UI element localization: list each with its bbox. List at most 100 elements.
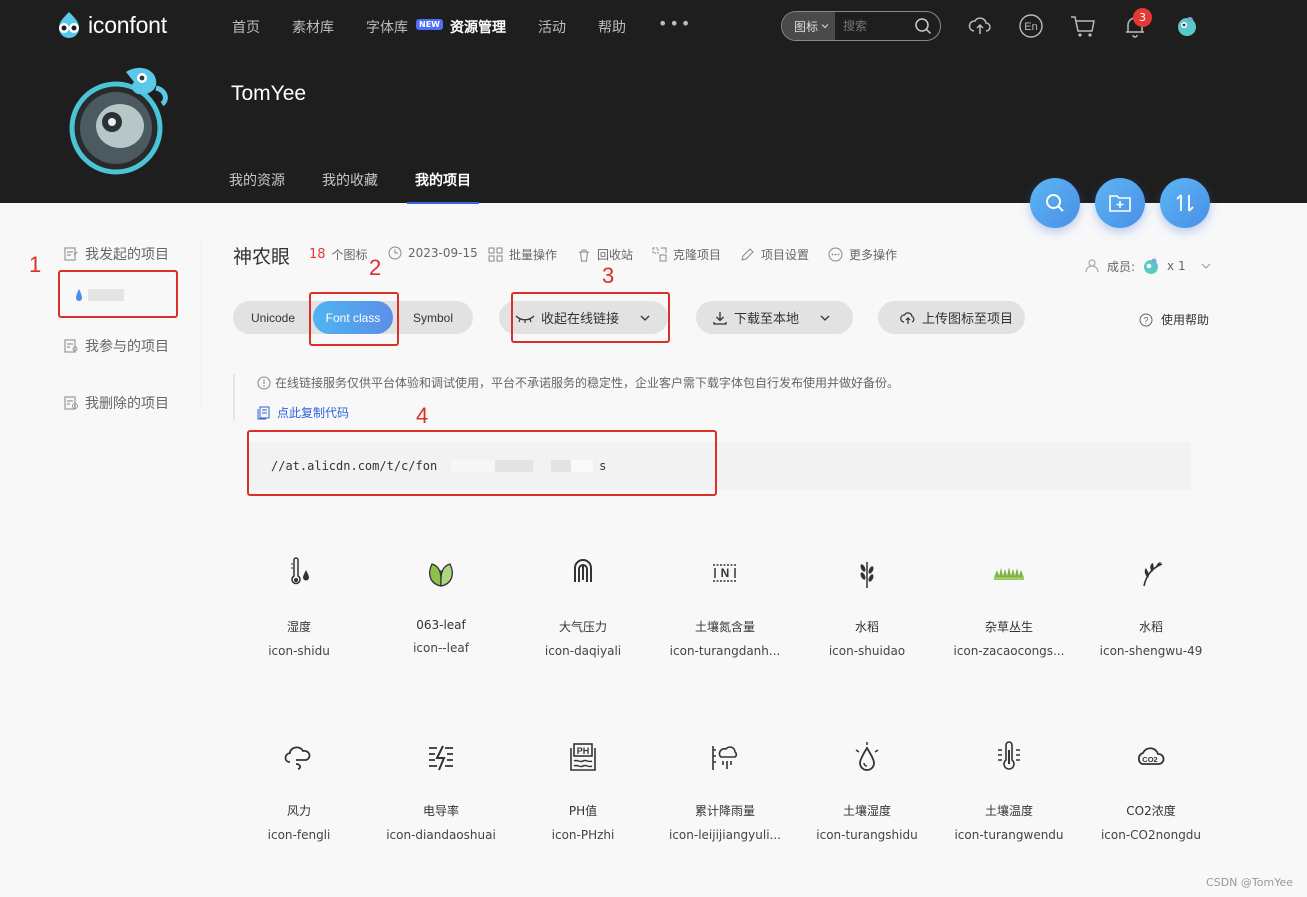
icon-card[interactable]: 水稻 icon-shengwu-49: [1080, 556, 1222, 658]
top-header: iconfont 首页 素材库 字体库 NEW 资源管理 活动 帮助 ••• 图…: [0, 0, 1307, 204]
tab-my-projects[interactable]: 我的项目: [407, 170, 479, 204]
search-project-button[interactable]: [1030, 178, 1080, 228]
sidebar-item-deleted[interactable]: 我删除的项目: [63, 393, 169, 413]
icon-card[interactable]: 土壤湿度 icon-turangshidu: [796, 740, 938, 842]
project-date: 2023-09-15: [388, 246, 478, 260]
icon-card-code: icon-shidu: [268, 644, 330, 658]
folder-add-icon: [1109, 195, 1131, 212]
icon-card-name: 土壤温度: [984, 804, 1033, 818]
tab-symbol[interactable]: Symbol: [393, 301, 473, 334]
svg-text:?: ?: [1143, 315, 1148, 325]
search-input[interactable]: [835, 19, 906, 33]
upload-cloud-icon: [900, 311, 915, 324]
download-button[interactable]: 下载至本地: [696, 301, 853, 334]
cart-icon[interactable]: [1069, 13, 1097, 39]
icon-card-name: 电导率: [422, 804, 459, 818]
icon-card[interactable]: 土壤温度 icon-turangwendu: [938, 740, 1080, 842]
sidebar-item-initiated[interactable]: 我发起的项目: [63, 244, 169, 264]
chevron-down-icon: [1201, 263, 1210, 269]
annotation-box-1: [58, 270, 178, 318]
icon-card-code: icon-diandaoshuai: [386, 828, 496, 842]
more-actions-button[interactable]: 更多操作: [828, 246, 897, 263]
icon-card[interactable]: 大气压力 icon-daqiyali: [512, 556, 654, 658]
soil-temperature-icon: [998, 741, 1020, 770]
tab-unicode[interactable]: Unicode: [233, 301, 313, 334]
annotation-number-1: 1: [29, 252, 42, 277]
settings-label: 项目设置: [761, 248, 810, 262]
recycle-label: 回收站: [597, 248, 634, 262]
project-title: 神农眼: [233, 246, 291, 268]
ph-icon: PH: [570, 743, 596, 771]
help-link[interactable]: ? 使用帮助: [1139, 311, 1209, 328]
icon-card-code: icon-leijijiangyuli...: [669, 828, 781, 842]
language-icon[interactable]: En: [1018, 13, 1044, 39]
tab-my-favorites[interactable]: 我的收藏: [322, 170, 378, 204]
icon-card[interactable]: 063-leaf icon--leaf: [370, 556, 512, 655]
new-project-button[interactable]: [1095, 178, 1145, 228]
sidebar-item-label: 我发起的项目: [85, 247, 169, 263]
grid-icon: [488, 247, 503, 262]
recycle-bin-button[interactable]: 回收站: [577, 246, 633, 263]
icon-card[interactable]: 累计降雨量 icon-leijijiangyuli...: [654, 740, 796, 842]
upload-icons-button[interactable]: 上传图标至项目: [878, 301, 1025, 334]
batch-label: 批量操作: [509, 248, 558, 262]
icon-card-name: 水稻: [854, 620, 879, 634]
clone-label: 克隆项目: [673, 248, 722, 262]
icon-card[interactable]: 电导率 icon-diandaoshuai: [370, 740, 512, 842]
icon-card[interactable]: CO2 CO2浓度 icon-CO2nongdu: [1080, 740, 1222, 842]
icon-card[interactable]: PH PH值 icon-PHzhi: [512, 740, 654, 842]
icon-card-name: 风力: [286, 804, 311, 818]
nav-fonts-label: 字体库: [366, 20, 408, 36]
search-type-select[interactable]: 图标: [782, 12, 836, 40]
clone-project-button[interactable]: 克隆项目: [652, 246, 721, 263]
soil-humidity-icon: [855, 742, 879, 771]
batch-operation-button[interactable]: 批量操作: [488, 246, 557, 263]
tab-my-resources[interactable]: 我的资源: [229, 170, 285, 204]
svg-text:PH: PH: [577, 746, 590, 756]
icon-card[interactable]: N 土壤氮含量 icon-turangdanh...: [654, 556, 796, 658]
icon-card-name: 土壤湿度: [842, 804, 891, 818]
profile-avatar[interactable]: [68, 60, 172, 180]
nav-fonts[interactable]: 字体库 NEW: [366, 17, 443, 37]
icon-card[interactable]: 湿度 icon-shidu: [228, 556, 370, 658]
info-circle-icon: [257, 376, 271, 389]
icon-card-name: 累计降雨量: [694, 804, 755, 818]
sidebar-item-label: 我参与的项目: [85, 339, 169, 355]
chevron-down-icon: [820, 315, 830, 321]
nav-help[interactable]: 帮助: [598, 17, 626, 37]
nav-resources[interactable]: 资源管理: [450, 17, 506, 37]
icon-card[interactable]: 水稻 icon-shuidao: [796, 556, 938, 658]
svg-text:En: En: [1024, 21, 1037, 33]
sort-button[interactable]: [1160, 178, 1210, 228]
member-avatar-icon: [1144, 258, 1159, 274]
profile-tabs: 我的资源 我的收藏 我的项目: [229, 170, 508, 204]
user-icon: [1085, 259, 1099, 273]
icon-card-code: icon-turangwendu: [954, 828, 1064, 842]
icon-card-name: CO2浓度: [1126, 804, 1176, 818]
rice-plant-icon: [1143, 562, 1163, 587]
sidebar-item-label: 我删除的项目: [85, 396, 169, 412]
clone-icon: [652, 247, 667, 262]
more-label: 更多操作: [849, 248, 898, 262]
nav-home[interactable]: 首页: [232, 17, 260, 37]
copy-code-link[interactable]: 点此复制代码: [257, 404, 1193, 421]
nav-more-button[interactable]: •••: [658, 14, 692, 37]
nav-materials[interactable]: 素材库: [292, 17, 334, 37]
icon-card[interactable]: 风力 icon-fengli: [228, 740, 370, 842]
upload-label: 上传图标至项目: [922, 312, 1014, 327]
icon-card[interactable]: 杂草丛生 icon-zacaocongs...: [938, 556, 1080, 658]
icon-card-name: 杂草丛生: [984, 620, 1033, 634]
rainfall-icon: [712, 746, 738, 770]
project-settings-button[interactable]: 项目设置: [740, 246, 809, 263]
sidebar-item-participated[interactable]: 我参与的项目: [63, 336, 169, 356]
upload-cloud-icon[interactable]: [967, 13, 993, 39]
icon-count-unit: 个图标: [331, 248, 368, 262]
search-icon[interactable]: [914, 17, 932, 35]
nav-activities[interactable]: 活动: [538, 17, 566, 37]
members-info[interactable]: 成员: x 1: [1085, 256, 1212, 276]
logo[interactable]: iconfont: [54, 10, 167, 40]
main-nav: 首页 素材库 字体库 NEW 资源管理 活动 帮助 •••: [232, 14, 724, 37]
question-circle-icon: ?: [1139, 313, 1153, 326]
chevron-down-icon: [821, 24, 829, 29]
user-avatar-icon[interactable]: [1174, 13, 1200, 39]
